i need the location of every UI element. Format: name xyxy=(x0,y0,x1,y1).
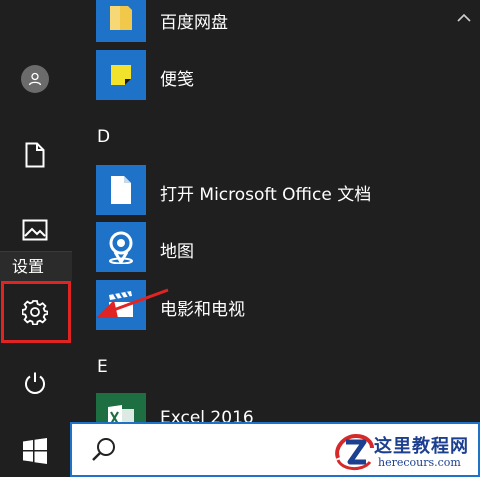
watermark-subtitle: herecours.com xyxy=(378,456,461,469)
watermark-title: 这里教程网 xyxy=(374,436,469,457)
site-watermark: 这里教程网 herecours.com xyxy=(332,430,480,474)
watermark-logo-icon xyxy=(335,433,374,470)
red-arrow-annotation xyxy=(96,288,169,318)
search-icon xyxy=(92,438,115,461)
